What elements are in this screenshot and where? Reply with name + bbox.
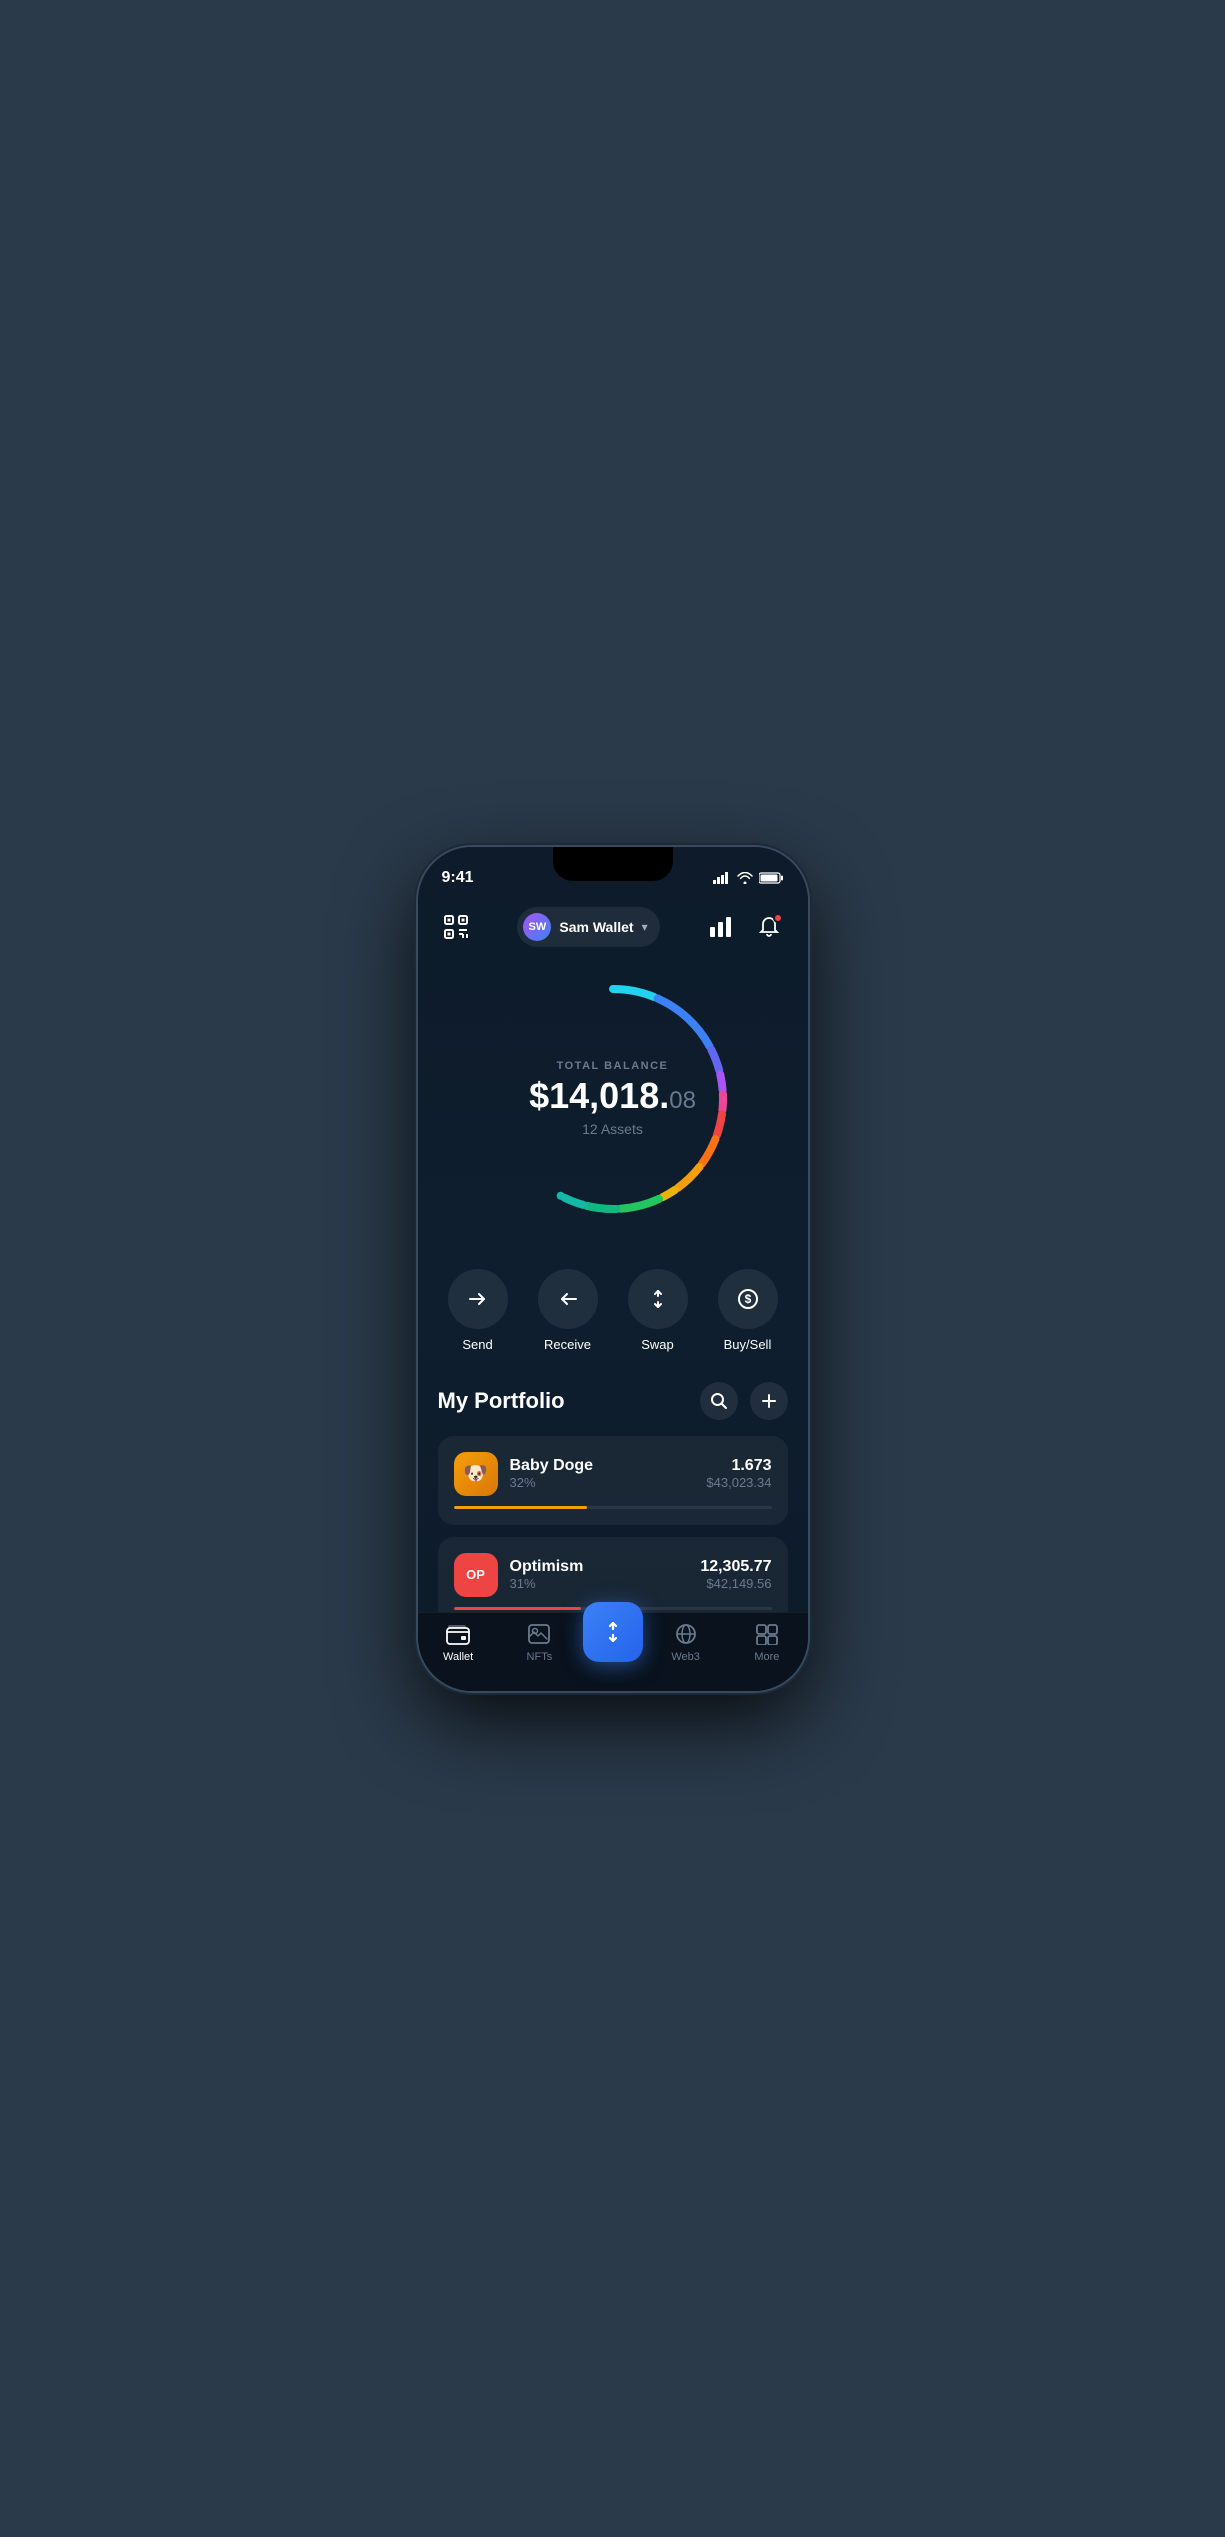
add-asset-button[interactable]: [750, 1382, 788, 1420]
more-icon: [754, 1621, 780, 1647]
nav-web3-label: Web3: [671, 1651, 700, 1663]
action-receive: Receive: [528, 1269, 608, 1352]
header-right: [703, 909, 787, 945]
chart-button[interactable]: [703, 909, 739, 945]
notch: [553, 847, 673, 881]
avatar: SW: [523, 913, 551, 941]
asset-info-optimism: Optimism 31%: [510, 1558, 689, 1591]
asset-row-babydoge: 🐶 Baby Doge 32% 1.673 $43,023.34: [454, 1452, 772, 1496]
asset-icon-babydoge: 🐶: [454, 1452, 498, 1496]
nav-wallet-label: Wallet: [443, 1651, 473, 1663]
signal-icon: [713, 872, 731, 884]
action-buysell: $ Buy/Sell: [708, 1269, 788, 1352]
action-send: Send: [438, 1269, 518, 1352]
buysell-button[interactable]: $: [718, 1269, 778, 1329]
balance-cents: 08: [669, 1087, 696, 1114]
action-swap: Swap: [618, 1269, 698, 1352]
asset-values-optimism: 12,305.77 $42,149.56: [700, 1558, 771, 1591]
asset-amount-optimism: 12,305.77: [700, 1558, 771, 1576]
svg-text:$: $: [744, 1292, 751, 1306]
wallet-icon: [445, 1621, 471, 1647]
center-swap-button[interactable]: [583, 1602, 643, 1662]
asset-pct-babydoge: 32%: [510, 1475, 695, 1490]
nfts-icon: [526, 1621, 552, 1647]
wallet-selector[interactable]: SW Sam Wallet ▾: [517, 907, 659, 947]
progress-fill-optimism: [454, 1607, 581, 1610]
scan-button[interactable]: [438, 909, 474, 945]
notification-badge: [773, 913, 783, 923]
babydoge-emoji: 🐶: [463, 1461, 488, 1486]
asset-pct-optimism: 31%: [510, 1576, 689, 1591]
asset-icon-optimism: OP: [454, 1553, 498, 1597]
balance-label: TOTAL BALANCE: [529, 1060, 696, 1072]
asset-card-babydoge[interactable]: 🐶 Baby Doge 32% 1.673 $43,023.34: [438, 1436, 788, 1525]
status-icons: [713, 872, 784, 884]
donut-chart: TOTAL BALANCE $14,018.08 12 Assets: [483, 969, 743, 1229]
assets-count: 12 Assets: [529, 1121, 696, 1137]
portfolio-actions: [700, 1382, 788, 1420]
asset-usd-babydoge: $43,023.34: [706, 1475, 771, 1490]
asset-amount-babydoge: 1.673: [706, 1457, 771, 1475]
nav-nfts-label: NFTs: [527, 1651, 553, 1663]
progress-fill-babydoge: [454, 1506, 588, 1509]
send-button[interactable]: [448, 1269, 508, 1329]
asset-info-babydoge: Baby Doge 32%: [510, 1457, 695, 1490]
wifi-icon: [737, 872, 753, 884]
asset-row-optimism: OP Optimism 31% 12,305.77 $42,149.56: [454, 1553, 772, 1597]
nav-more-label: More: [754, 1651, 779, 1663]
asset-usd-optimism: $42,149.56: [700, 1576, 771, 1591]
header: SW Sam Wallet ▾: [418, 895, 808, 959]
balance-center: TOTAL BALANCE $14,018.08 12 Assets: [529, 1060, 696, 1138]
search-button[interactable]: [700, 1382, 738, 1420]
nav-more[interactable]: More: [726, 1621, 807, 1663]
receive-label: Receive: [544, 1337, 591, 1352]
wallet-name: Sam Wallet: [559, 919, 633, 935]
balance-section: TOTAL BALANCE $14,018.08 12 Assets: [418, 959, 808, 1249]
screen: 9:41: [418, 847, 808, 1691]
op-text: OP: [466, 1567, 485, 1582]
nav-center[interactable]: [580, 1622, 645, 1662]
swap-button[interactable]: [628, 1269, 688, 1329]
portfolio-header: My Portfolio: [438, 1382, 788, 1420]
receive-button[interactable]: [538, 1269, 598, 1329]
buysell-label: Buy/Sell: [724, 1337, 772, 1352]
actions-row: Send Receive: [418, 1249, 808, 1362]
portfolio-title: My Portfolio: [438, 1388, 565, 1414]
nav-wallet[interactable]: Wallet: [418, 1621, 499, 1663]
asset-name-optimism: Optimism: [510, 1558, 689, 1576]
send-label: Send: [462, 1337, 492, 1352]
asset-values-babydoge: 1.673 $43,023.34: [706, 1457, 771, 1490]
swap-label: Swap: [641, 1337, 674, 1352]
nav-nfts[interactable]: NFTs: [499, 1621, 580, 1663]
phone-frame: 9:41: [418, 847, 808, 1691]
chevron-down-icon: ▾: [642, 920, 648, 934]
status-time: 9:41: [442, 869, 474, 887]
battery-icon: [759, 872, 784, 884]
asset-name-babydoge: Baby Doge: [510, 1457, 695, 1475]
balance-amount: $14,018.08: [529, 1076, 696, 1116]
progress-bar-babydoge: [454, 1506, 772, 1509]
balance-whole: $14,018.: [529, 1075, 669, 1116]
header-left: [438, 909, 474, 945]
web3-icon: [673, 1621, 699, 1647]
bottom-nav: Wallet NFTs: [418, 1612, 808, 1691]
bell-button[interactable]: [751, 909, 787, 945]
nav-web3[interactable]: Web3: [645, 1621, 726, 1663]
